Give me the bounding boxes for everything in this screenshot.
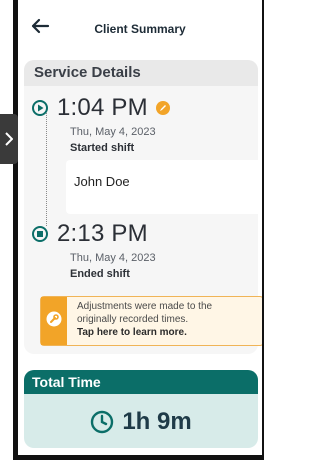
total-time-header: Total Time [24,370,258,394]
start-date: Thu, May 4, 2023 [70,126,156,138]
alert-accent [41,297,67,345]
app-screen: Client Summary Service Details 1:04 PM T… [18,0,262,455]
start-status: Started shift [70,142,135,154]
alert-link[interactable]: Tap here to learn more. [77,327,187,338]
end-date: Thu, May 4, 2023 [70,252,156,264]
total-time-title: Total Time [32,374,101,390]
end-time: 2:13 PM [57,220,148,247]
start-time: 1:04 PM [57,94,148,121]
alert-line-2: originally recorded times. [77,314,189,325]
service-details-header: Service Details [24,60,258,86]
total-time-value: 1h 9m [122,408,192,435]
total-time-card: Total Time 1h 9m [24,370,258,448]
chevron-right-icon [5,132,13,146]
client-note: John Doe [66,160,262,214]
timeline-connector [46,108,47,226]
edit-badge-icon [155,101,170,115]
total-time-row: 1h 9m [24,408,258,436]
top-bar: Client Summary [18,0,262,52]
stop-circle-icon [32,226,48,242]
start-time-row: 1:04 PM [32,94,170,122]
client-name: John Doe [74,174,130,189]
wrench-icon [46,311,62,327]
service-details-card: Service Details 1:04 PM Thu, May 4, 2023… [24,60,262,354]
adjustment-alert[interactable]: Adjustments were made to the originally … [40,296,262,346]
play-circle-icon [32,100,48,116]
alert-line-1: Adjustments were made to the [77,301,213,312]
end-status: Ended shift [70,268,130,280]
page-title: Client Summary [94,22,186,36]
end-time-row: 2:13 PM [32,220,148,248]
clock-icon [91,410,114,434]
side-drawer-tab[interactable] [0,114,18,164]
service-details-title: Service Details [34,64,141,81]
